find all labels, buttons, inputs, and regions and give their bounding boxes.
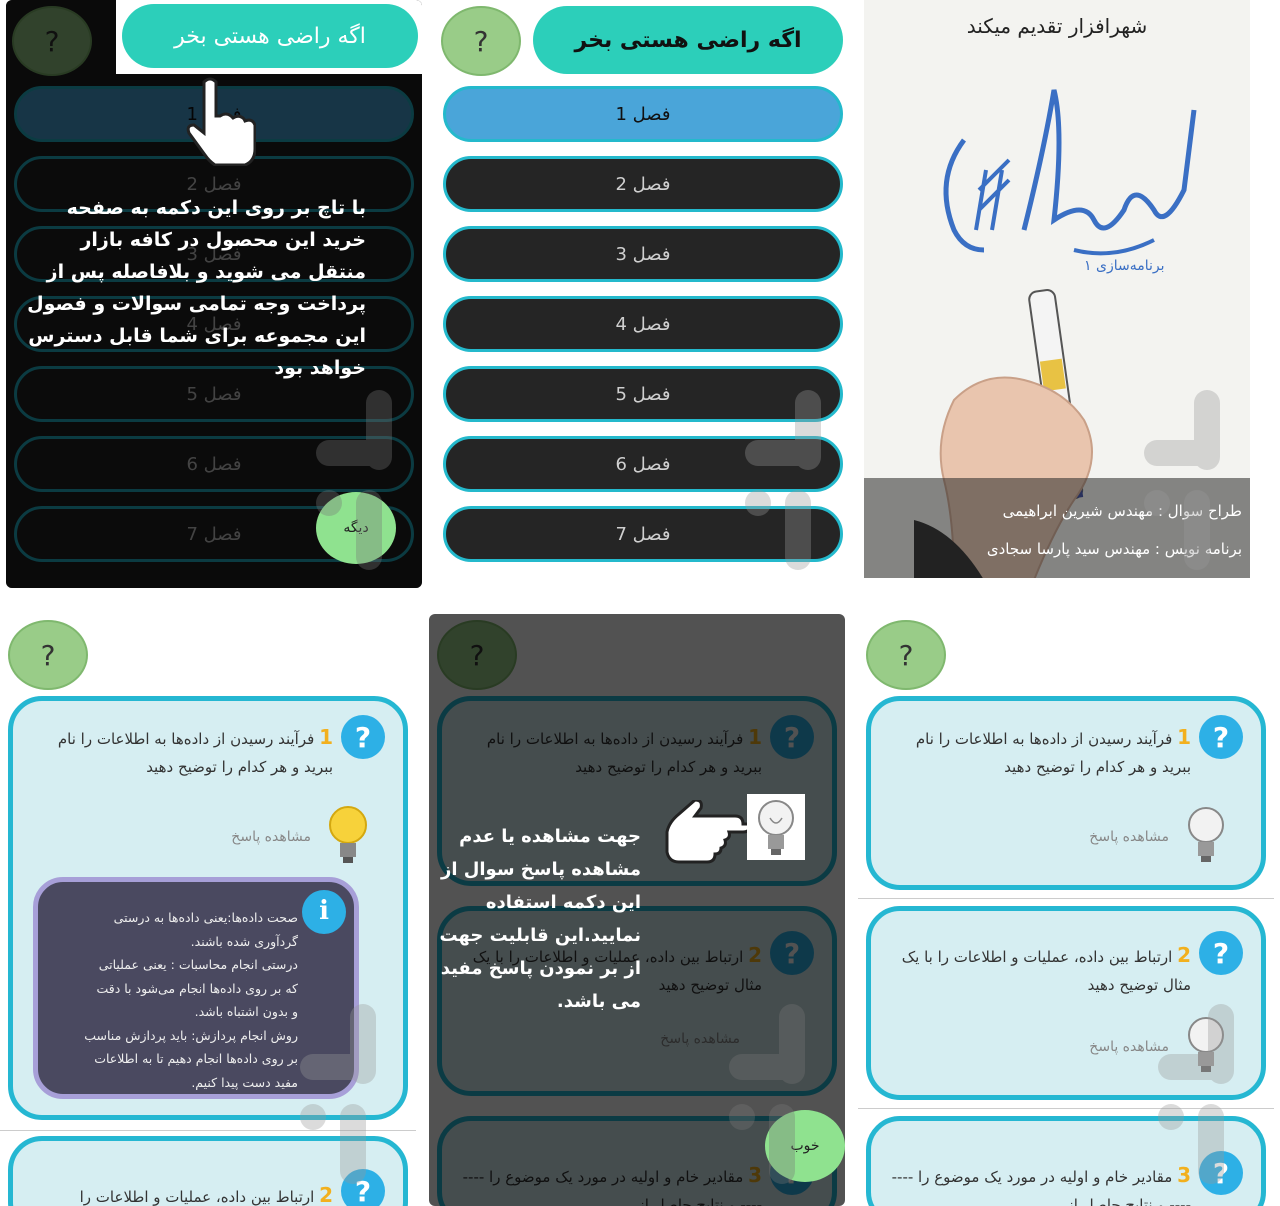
question-answer-open-screen: ? ? 1 فرآیند رسیدن از داده‌ها به اطلاعات… <box>0 614 416 1206</box>
bazaar-watermark-icon <box>1158 1004 1234 1184</box>
info-symbol: i <box>319 896 329 927</box>
chapter-label: فصل 7 <box>615 523 671 545</box>
bulb-tutorial-screen: ? ? 1 فرآیند رسیدن از داده‌ها به اطلاعات… <box>429 614 845 1206</box>
question-number: 1 <box>1177 725 1191 749</box>
see-answer-label[interactable]: مشاهده پاسخ <box>231 829 311 845</box>
answer-line: مفید دست پیدا کنیم. <box>191 1074 298 1090</box>
chapter-label: فصل 5 <box>615 383 671 405</box>
help-button[interactable]: ? <box>866 620 946 690</box>
chapter-label: فصل 4 <box>615 313 671 335</box>
question-list-screen: ? ? 1 فرآیند رسیدن از داده‌ها به اطلاعات… <box>858 614 1274 1206</box>
chapter-label: فصل 2 <box>615 173 671 195</box>
answer-line: و بدون اشتباه باشد. <box>194 1004 298 1019</box>
chapter-4-button[interactable]: فصل 4 <box>443 296 843 352</box>
chapter-1-button[interactable]: فصل 1 <box>443 86 843 142</box>
chapter-label: فصل 6 <box>615 453 671 475</box>
buy-button[interactable]: اگه راضی هستی بخر <box>533 6 843 74</box>
info-icon: i <box>302 890 346 934</box>
splash-screen: شهرافزار تقدیم میکند برنامه‌سازی ۱ طراح … <box>864 0 1250 578</box>
answer-line: که بر روی داده‌ها انجام می‌شود با دقت <box>96 980 298 996</box>
question-text: 1 فرآیند رسیدن از داده‌ها به اطلاعات را … <box>891 723 1191 781</box>
buy-label: اگه راضی هستی بخر <box>574 27 802 53</box>
question-mark-icon: ? <box>1199 931 1243 975</box>
question-text: 2 ارتباط بین داده، عملیات و اطلاعات را ب… <box>891 941 1191 999</box>
bulb-highlight <box>747 794 805 860</box>
buy-tutorial-screen: ? فصل 1 فصل 2 فصل 3 فصل 4 فصل 5 فصل 6 فص… <box>6 0 422 588</box>
question-card: ? 1 فرآیند رسیدن از داده‌ها به اطلاعات ر… <box>866 696 1266 890</box>
question-mark-icon: ? <box>341 715 385 759</box>
question-number: 1 <box>319 725 333 749</box>
chapter-label: فصل 3 <box>615 243 671 265</box>
bazaar-watermark-icon <box>1144 390 1220 570</box>
bazaar-watermark-icon <box>729 1004 805 1184</box>
question-body: فرآیند رسیدن از داده‌ها به اطلاعات را نا… <box>57 730 333 776</box>
answer-line: صحت داده‌ها:یعنی داده‌ها به درستی <box>113 910 298 925</box>
buy-button[interactable]: اگه راضی هستی بخر <box>122 4 418 68</box>
lightbulb-on-icon[interactable] <box>327 805 369 865</box>
answer-line: روش انجام پردازش: باید پردازش مناسب <box>84 1027 298 1043</box>
question-mark-icon: ? <box>1199 715 1243 759</box>
chapter-3-button[interactable]: فصل 3 <box>443 226 843 282</box>
lightbulb-off-icon[interactable] <box>1185 805 1227 865</box>
bazaar-watermark-icon <box>300 1004 376 1184</box>
chapter-label: فصل 1 <box>615 103 671 125</box>
help-symbol: ? <box>898 638 914 672</box>
chapter-list-screen: ? اگه راضی هستی بخر فصل 1 فصل 2 فصل 3 فص… <box>435 0 851 588</box>
logo-handwriting: برنامه‌سازی ۱ <box>943 89 1197 274</box>
pointing-hand-icon <box>186 77 256 166</box>
buy-label: اگه راضی هستی بخر <box>174 23 366 49</box>
help-button[interactable]: ? <box>441 6 521 76</box>
help-symbol: ? <box>473 24 489 58</box>
chapter-2-button[interactable]: فصل 2 <box>443 156 843 212</box>
lightbulb-off-icon[interactable] <box>755 798 797 856</box>
pointing-hand-icon <box>665 800 747 864</box>
bazaar-watermark-icon <box>316 390 392 570</box>
bazaar-watermark-icon <box>745 390 821 570</box>
question-number: 2 <box>1177 943 1191 967</box>
tutorial-text: جهت مشاهده یا عدم مشاهده پاسخ سوال از ای… <box>439 826 641 1012</box>
question-text: 1 فرآیند رسیدن از داده‌ها به اطلاعات را … <box>33 723 333 781</box>
divider <box>858 898 1274 899</box>
presents-text: شهرافزار تقدیم میکند <box>966 14 1148 38</box>
question-body: ارتباط بین داده، عملیات و اطلاعات را با … <box>901 948 1191 994</box>
question-body: فرآیند رسیدن از داده‌ها به اطلاعات را نا… <box>915 730 1191 776</box>
answer-line: گردآوری شده باشند. <box>190 933 298 949</box>
answer-line: بر روی داده‌ها انجام دهیم تا به اطلاعات <box>94 1051 298 1066</box>
tutorial-text: با تاچ بر روی این دکمه به صفحه خرید این … <box>27 197 366 379</box>
see-answer-label[interactable]: مشاهده پاسخ <box>1089 829 1169 845</box>
help-symbol: ? <box>40 638 56 672</box>
help-button[interactable]: ? <box>8 620 88 690</box>
logo-text: برنامه‌سازی ۱ <box>1084 258 1164 274</box>
answer-line: درستی انجام محاسبات : یعنی عملیاتی <box>98 957 298 972</box>
